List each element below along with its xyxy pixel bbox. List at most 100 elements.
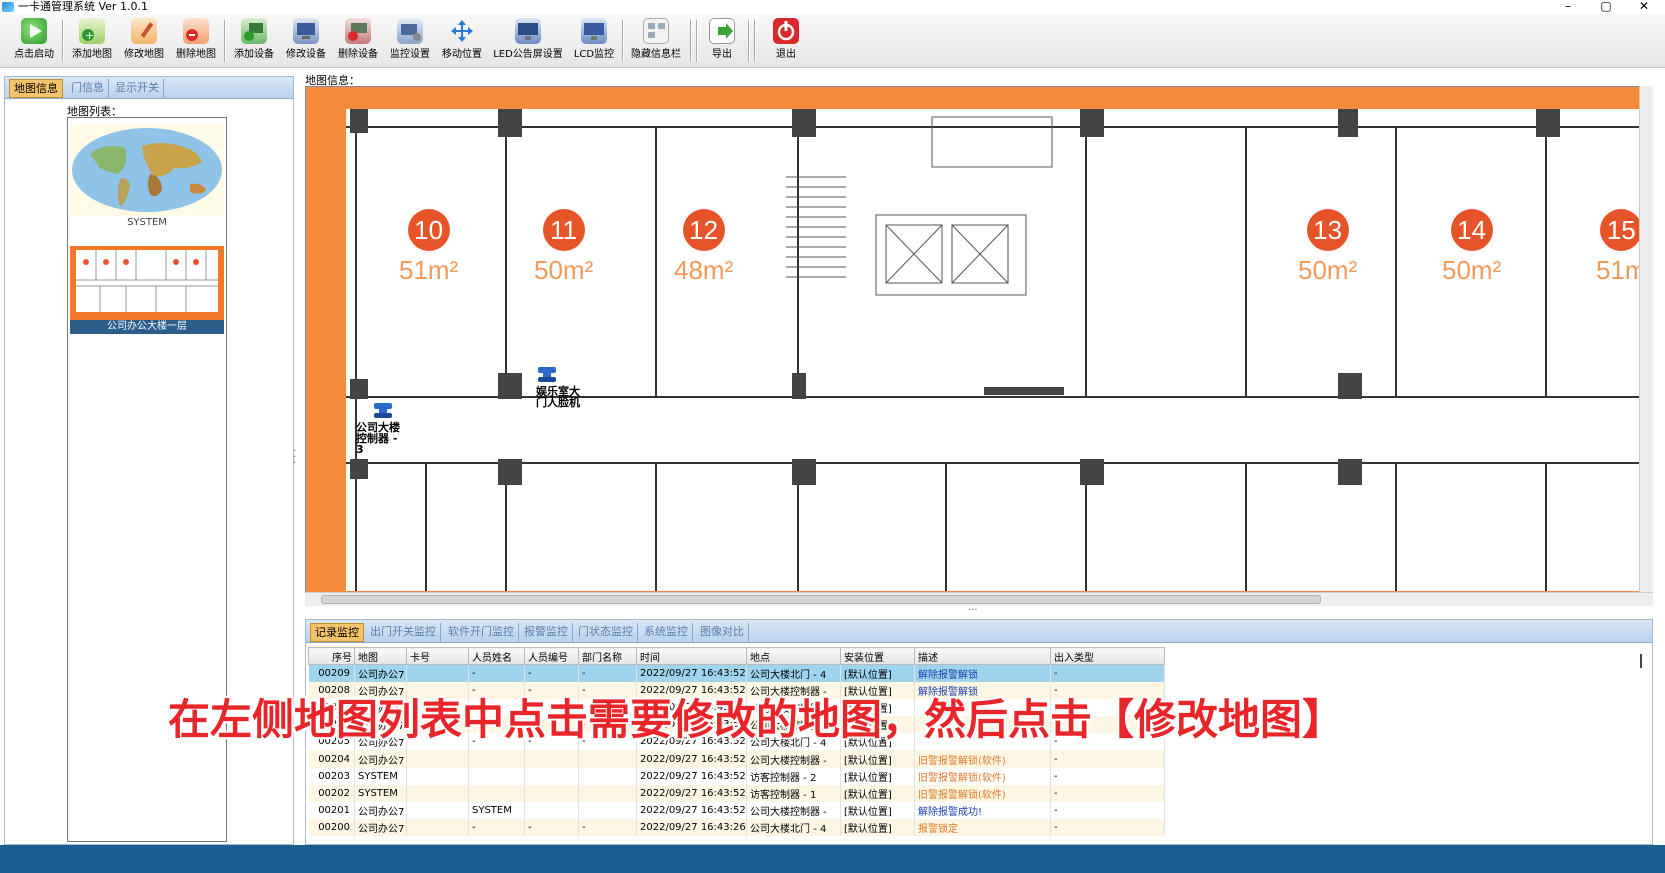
table-row[interactable]: 00209 公司办公7- - -2022/09/27 16:43:52 公司大楼北门 -… — [308, 664, 1165, 682]
maximize-button[interactable]: ▢ — [1586, 0, 1626, 14]
toolbar-separator — [622, 20, 624, 62]
table-row[interactable]: 00204 公司办公7 2022/09/27 16:43:52 公司大楼控制器 - [默… — [308, 750, 1165, 768]
tab-system-monitor[interactable]: 系统监控 — [640, 623, 693, 642]
tab-exit-switch-monitor[interactable]: 出门开关监控 — [366, 623, 441, 642]
cell-time: 2022/09/27 16:43:52 — [636, 750, 747, 768]
tab-door-status-monitor[interactable]: 门状态监控 — [574, 623, 638, 642]
table-row[interactable]: 00203 SYSTEM 2022/09/27 16:43:52 访客控制器 - 2[… — [308, 767, 1165, 785]
svg-text:+: + — [85, 29, 94, 42]
room-12-label: 12 48m² — [674, 209, 733, 286]
tab-map-info[interactable]: 地图信息 — [9, 79, 63, 98]
led-settings-button[interactable]: LED公告屏设置 — [490, 18, 566, 66]
col-io-type[interactable]: 出入类型 — [1050, 647, 1165, 665]
floor-plan-map[interactable]: 10 51m² 11 50m² 12 48m² 13 50m² 14 50m² … — [305, 86, 1653, 606]
map-item-system[interactable]: SYSTEM — [70, 124, 224, 230]
col-name[interactable]: 人员姓名 — [468, 647, 525, 665]
window-title: 一卡通管理系统 Ver 1.0.1 — [18, 0, 148, 13]
export-icon — [709, 18, 735, 44]
hide-panel-button[interactable]: 隐藏信息栏 — [626, 18, 686, 66]
map-item-office-floor-1[interactable]: 公司办公大楼一层 — [70, 246, 224, 334]
tab-image-compare[interactable]: 图像对比 — [696, 623, 749, 642]
cell-type: - — [1050, 767, 1165, 785]
delete-device-button[interactable]: 删除设备 — [334, 18, 382, 66]
exit-button[interactable]: 退出 — [766, 18, 806, 66]
toolbar-separator — [224, 20, 226, 62]
cell-no: 00201 — [308, 802, 355, 820]
cell-pos: [默认位置] — [840, 750, 915, 768]
col-card[interactable]: 卡号 — [406, 647, 469, 665]
monitor-settings-button[interactable]: 监控设置 — [386, 18, 434, 66]
cell-pos: [默认位置] — [840, 802, 915, 820]
tab-door-info[interactable]: 门信息 — [67, 79, 109, 98]
edit-device-button[interactable]: 修改设备 — [282, 18, 330, 66]
floor-plan-thumbnail — [70, 246, 224, 320]
monitor-settings-icon — [397, 18, 423, 44]
floor-plan-drawing — [346, 109, 1652, 591]
cell-type: - — [1050, 802, 1165, 820]
col-place[interactable]: 地点 — [746, 647, 841, 665]
app-icon — [2, 2, 14, 12]
tab-record-monitor[interactable]: 记录监控 — [310, 623, 364, 642]
map-caption: SYSTEM — [127, 217, 167, 228]
close-button[interactable]: ✕ — [1624, 0, 1664, 14]
edit-map-button[interactable]: 修改地图 — [120, 18, 168, 66]
cell-place: 公司大楼北门 - 4 — [746, 819, 841, 837]
cell-place: 公司大楼北门 - 4 — [746, 664, 841, 682]
table-body: 00209 公司办公7- - -2022/09/27 16:43:52 公司大楼北门 -… — [308, 664, 1165, 837]
tab-alarm-monitor[interactable]: 报警监控 — [520, 623, 573, 642]
cell-pid — [524, 784, 579, 802]
move-position-button[interactable]: 移动位置 — [438, 18, 486, 66]
cell-map: SYSTEM — [354, 767, 407, 785]
col-time[interactable]: 时间 — [636, 647, 747, 665]
room-13-label: 13 50m² — [1298, 209, 1357, 286]
led-icon — [515, 18, 541, 44]
device-controller-3[interactable]: 公司大楼 控制器 - 3 — [356, 401, 400, 455]
table-row[interactable]: 00202 SYSTEM 2022/09/27 16:43:52 访客控制器 - 1[… — [308, 784, 1165, 802]
col-map[interactable]: 地图 — [354, 647, 407, 665]
cell-desc: 报警锁定 — [914, 819, 1051, 837]
add-map-button[interactable]: + 添加地图 — [68, 18, 116, 66]
col-dept[interactable]: 部门名称 — [578, 647, 637, 665]
col-install-pos[interactable]: 安装位置 — [840, 647, 915, 665]
cell-name — [468, 767, 525, 785]
tab-software-open-monitor[interactable]: 软件开门监控 — [444, 623, 519, 642]
title-bar: 一卡通管理系统 Ver 1.0.1 – ▢ ✕ — [0, 0, 1665, 14]
cell-card — [406, 750, 469, 768]
add-device-button[interactable]: 添加设备 — [230, 18, 278, 66]
cell-pos: [默认位置] — [840, 784, 915, 802]
vertical-splitter[interactable]: · · · — [293, 447, 296, 469]
map-vertical-scrollbar[interactable] — [1639, 86, 1653, 606]
tab-display-switch[interactable]: 显示开关 — [111, 79, 164, 98]
cell-no: 00209 — [308, 664, 355, 682]
cell-place: 访客控制器 - 1 — [746, 784, 841, 802]
lcd-icon — [581, 18, 607, 44]
delete-map-icon — [183, 18, 209, 44]
horizontal-splitter[interactable]: ··· — [968, 606, 978, 616]
cell-type: - — [1050, 750, 1165, 768]
cell-map: 公司办公7 — [354, 664, 407, 682]
cell-desc: 旧警报警解锁(软件) — [914, 767, 1051, 785]
cell-dept — [578, 802, 637, 820]
cell-type: - — [1050, 784, 1165, 802]
edit-device-icon — [293, 18, 319, 44]
lcd-monitor-button[interactable]: LCD监控 — [570, 18, 618, 66]
scrollbar-thumb[interactable] — [321, 595, 1321, 604]
minimize-button[interactable]: – — [1548, 0, 1588, 14]
cell-dept: - — [578, 819, 637, 837]
table-row[interactable]: 00201 公司办公7 SYSTEM 2022/09/27 16:43:52 公司大楼控… — [308, 802, 1165, 820]
start-button[interactable]: 点击启动 — [10, 18, 58, 66]
cell-name — [468, 750, 525, 768]
map-horizontal-scrollbar[interactable] — [305, 592, 1653, 606]
col-no[interactable]: 序号 — [308, 647, 355, 665]
add-map-icon: + — [79, 18, 105, 44]
cell-dept — [578, 767, 637, 785]
device-face-terminal[interactable]: 娱乐室大 门人脸机 — [536, 365, 580, 408]
export-button[interactable]: 导出 — [702, 18, 742, 66]
cell-card — [406, 819, 469, 837]
controller-device-icon — [374, 403, 392, 418]
table-row[interactable]: 00200 公司办公7- - -2022/09/27 16:43:26 公司大楼北门 -… — [308, 819, 1165, 837]
col-desc[interactable]: 描述 — [914, 647, 1051, 665]
cell-card — [406, 802, 469, 820]
col-person-id[interactable]: 人员编号 — [524, 647, 579, 665]
delete-map-button[interactable]: 删除地图 — [172, 18, 220, 66]
